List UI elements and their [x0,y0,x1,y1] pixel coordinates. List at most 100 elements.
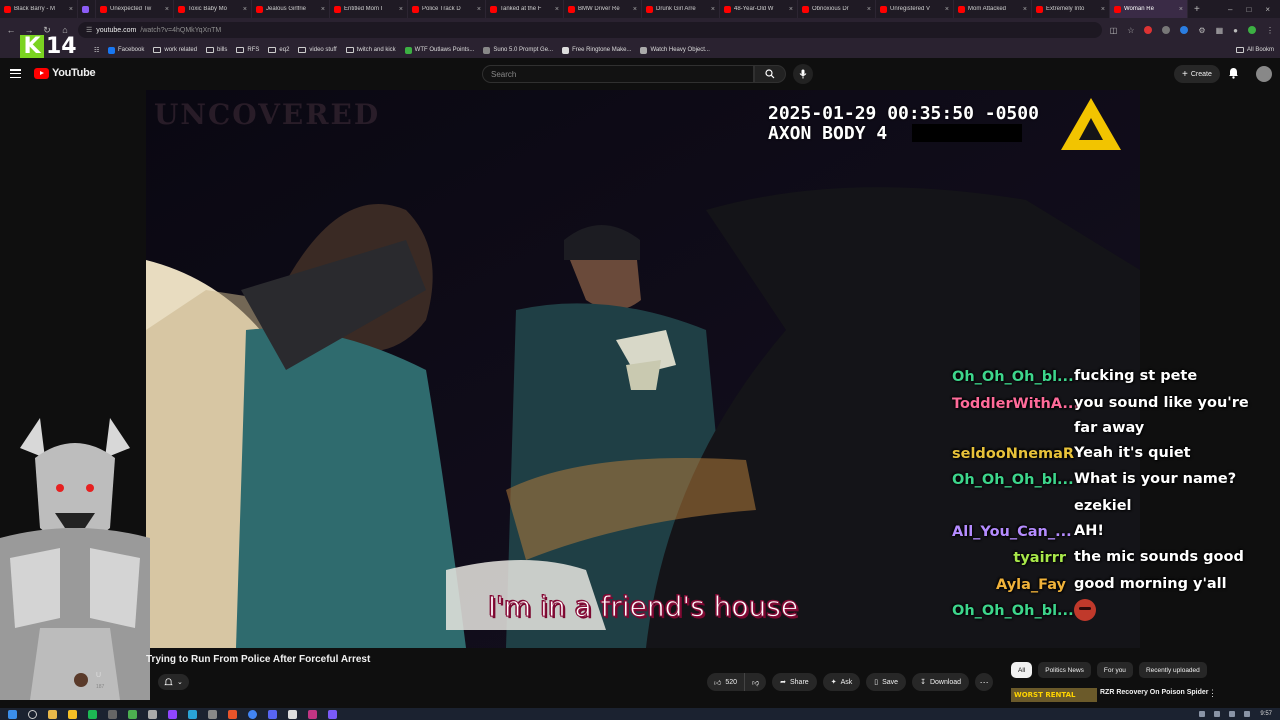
subscription-bell-button[interactable]: ⌄ [158,674,189,690]
maximize-icon[interactable]: □ [1246,5,1251,14]
chrome-icon[interactable] [248,709,257,719]
bookmark-link[interactable]: Free Ringtone Make... [562,46,631,54]
profile-icon[interactable]: ● [1233,26,1238,35]
bookmark-folder[interactable]: work related [153,47,197,53]
browser-tab[interactable]: Mom Attacked × [954,0,1032,18]
browser-tab[interactable]: Obnoxious Dr × [798,0,876,18]
bookmark-folder[interactable]: bills [206,47,227,53]
browser-tab[interactable]: Extremely Into × [1032,0,1110,18]
close-tab-icon[interactable]: × [1179,6,1183,13]
tray-icon[interactable] [1229,711,1236,717]
bookmark-folder[interactable]: video stuff [298,47,337,53]
app-icon[interactable] [188,709,197,719]
back-icon[interactable]: ← [6,25,16,35]
apps-grid-icon[interactable]: ☷ [94,47,99,54]
like-button[interactable]: 👍︎ 520 [707,673,746,691]
filter-chip[interactable]: For you [1096,662,1133,678]
all-bookmarks-button[interactable]: All Bookm [1235,47,1280,53]
browser-tab[interactable]: Woman Re × [1110,0,1188,18]
address-bar[interactable]: ☰ youtube.com/watch?v=4hQMkYqXnTM [78,22,1102,38]
app-icon[interactable] [168,709,177,719]
new-tab-button[interactable]: + [1188,4,1206,15]
browser-tab[interactable]: Unregistered V × [876,0,954,18]
dislike-button[interactable]: 👎︎ [745,673,766,691]
create-button[interactable]: + Create [1174,65,1220,83]
download-button[interactable]: ↧ Download [912,673,970,691]
bookmark-folder[interactable]: twitch and kick [345,47,396,53]
extension-icon[interactable] [1144,26,1153,34]
more-actions-button[interactable]: ⋯ [975,673,994,691]
browser-menu-icon[interactable]: ⋮ [1266,26,1274,35]
recommendation-thumbnail[interactable]: WORST RENTAL EVER [1011,688,1097,702]
close-tab-icon[interactable]: × [399,6,403,13]
profile-avatar[interactable] [1248,26,1256,34]
browser-tab[interactable]: Unexpected Tw × [96,0,174,18]
extensions-puzzle-icon[interactable]: ⚙ [1198,26,1205,35]
close-tab-icon[interactable]: × [789,6,793,13]
youtube-logo[interactable]: YouTube [34,67,96,79]
bookmark-folder[interactable]: RFS [236,47,259,53]
tray-icon[interactable] [1199,711,1206,717]
browser-tab[interactable]: Jealous Girlfrie × [252,0,330,18]
app-icon[interactable] [68,709,77,719]
bookmark-link[interactable]: Facebook [108,46,144,54]
browser-tab[interactable]: 48-Year-Old W × [720,0,798,18]
star-icon[interactable]: ☆ [1127,26,1134,35]
app-icon[interactable] [288,709,297,719]
channel-avatar[interactable] [74,673,88,687]
extension-icon[interactable] [1162,26,1171,34]
minimize-icon[interactable]: – [1228,5,1232,14]
close-tab-icon[interactable]: × [711,6,715,13]
bookmark-folder[interactable]: eq2 [268,47,289,53]
save-button[interactable]: ▯ Save [866,673,907,691]
app-icon[interactable] [148,709,157,719]
close-window-icon[interactable]: × [1265,5,1270,14]
channel-name[interactable]: U [96,672,101,679]
close-tab-icon[interactable]: × [69,6,73,13]
browser-tab[interactable]: Entitled Mom I × [330,0,408,18]
start-icon[interactable] [8,709,17,719]
search-input[interactable]: Search [482,65,754,83]
app-icon[interactable] [228,709,237,719]
menu-icon[interactable] [10,69,21,78]
install-icon[interactable]: ◫ [1110,26,1118,35]
tray-icon[interactable] [1214,711,1221,717]
app-icon[interactable] [328,709,337,719]
browser-tab[interactable]: Drunk Girl Arre × [642,0,720,18]
filter-chip[interactable]: All [1011,662,1033,678]
close-tab-icon[interactable]: × [165,6,169,13]
browser-tab[interactable]: Black Barry - M × [0,0,78,18]
browser-tab[interactable]: Toxic Baby Mo × [174,0,252,18]
app-icon[interactable] [308,709,317,719]
bookmark-link[interactable]: Watch Heavy Object... [640,46,710,54]
recommendation-menu-icon[interactable]: ⋮ [1208,688,1217,699]
browser-tab[interactable]: BMW Driver Re × [564,0,642,18]
app-icon[interactable] [88,709,97,719]
ask-button[interactable]: ✦ Ask [822,673,861,691]
clock[interactable]: 9:57 [1260,711,1272,717]
close-tab-icon[interactable]: × [945,6,949,13]
close-tab-icon[interactable]: × [867,6,871,13]
app-icon[interactable] [208,709,217,719]
side-panel-icon[interactable]: ▦ [1216,26,1224,35]
browser-tab[interactable] [78,0,96,18]
app-icon[interactable] [128,709,137,719]
share-button[interactable]: ➦ Share [772,673,817,691]
filter-chip[interactable]: Recently uploaded [1138,662,1207,678]
close-tab-icon[interactable]: × [633,6,637,13]
filter-chip[interactable]: Politics News [1038,662,1091,678]
app-icon[interactable] [108,709,117,719]
close-tab-icon[interactable]: × [1023,6,1027,13]
close-tab-icon[interactable]: × [555,6,559,13]
bookmark-link[interactable]: WTF Outlaws Points... [404,46,474,54]
close-tab-icon[interactable]: × [477,6,481,13]
recommendation-title[interactable]: RZR Recovery On Poison Spider [1100,689,1209,696]
bookmark-link[interactable]: Suno 5.0 Prompt Ge... [483,46,553,54]
extension-icon[interactable] [1180,26,1189,34]
browser-tab[interactable]: Tanked at the F × [486,0,564,18]
notifications-bell-icon[interactable] [1228,67,1239,79]
site-info-icon[interactable]: ☰ [86,26,92,34]
search-icon[interactable] [28,709,37,719]
file-explorer-icon[interactable] [48,709,57,719]
account-avatar[interactable] [1256,66,1272,82]
